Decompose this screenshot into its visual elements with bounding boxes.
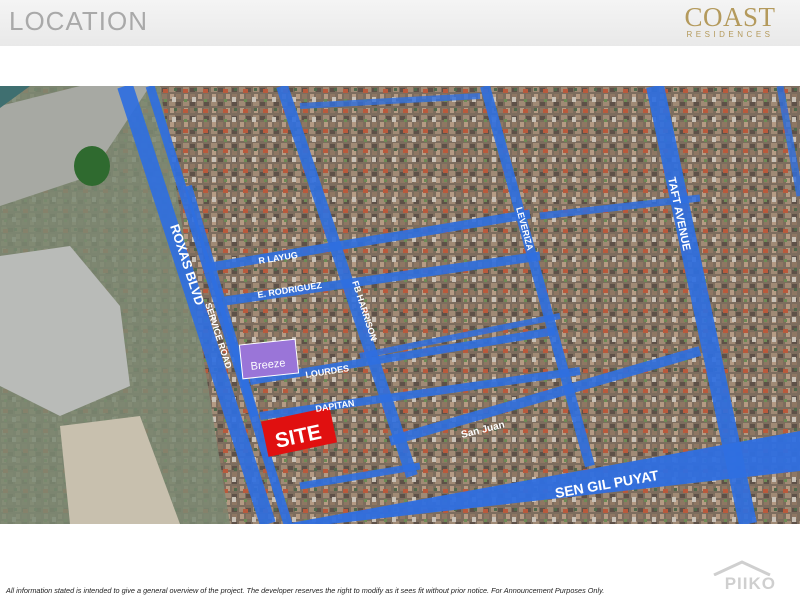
brand-name: COAST (684, 2, 776, 32)
brand-logo: COAST RESIDENCES (670, 2, 790, 40)
watermark-text: PIIKO (724, 574, 776, 593)
location-map: Breeze SITE ROXAS BLVD SERVICE ROAD R LA… (0, 86, 800, 524)
brand-subtitle: RESIDENCES (686, 30, 774, 39)
header-bar: LOCATION COAST RESIDENCES (0, 0, 800, 46)
page-title: LOCATION (9, 6, 148, 36)
watermark: PIIKO (706, 560, 776, 594)
map-canvas: Breeze SITE ROXAS BLVD SERVICE ROAD R LA… (0, 86, 800, 524)
disclaimer-text: All information stated is intended to gi… (6, 586, 605, 595)
green-oval (74, 146, 110, 186)
